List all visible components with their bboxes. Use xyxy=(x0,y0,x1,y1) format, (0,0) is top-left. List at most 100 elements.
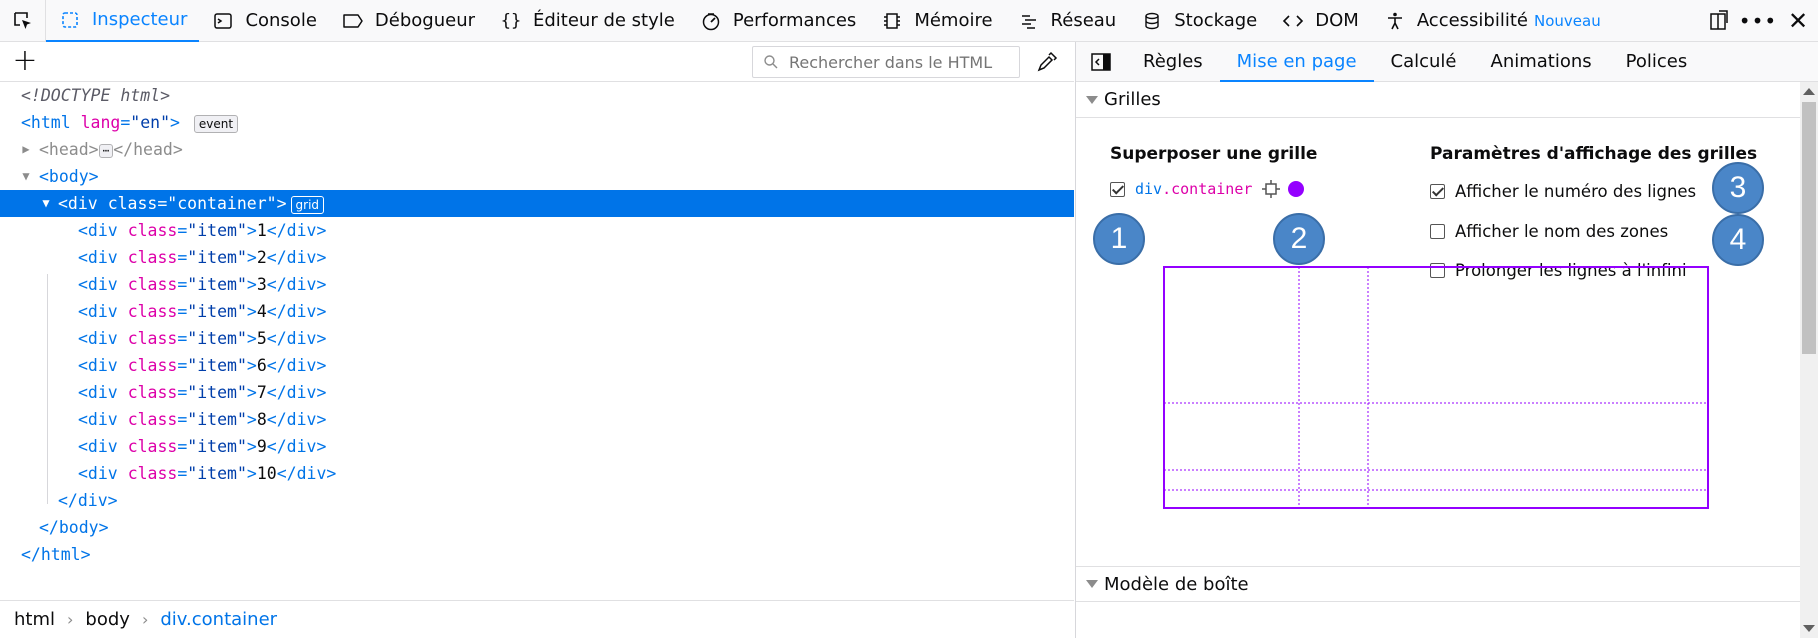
item-text: 4 xyxy=(256,302,267,321)
grid-badge[interactable]: grid xyxy=(290,195,325,214)
tree-node-item[interactable]: <div class="item">9</div> xyxy=(0,433,1074,460)
breadcrumb: html › body › div.container xyxy=(0,600,1074,638)
collapse-twisty-icon[interactable]: ▼ xyxy=(38,190,54,217)
tab-label: Réseau xyxy=(1050,10,1117,31)
element-picker-icon xyxy=(13,11,31,29)
style-editor-icon: {} xyxy=(500,10,522,31)
sidebar-scrollbar[interactable] xyxy=(1800,82,1818,638)
tree-node-item[interactable]: <div class="item">6</div> xyxy=(0,352,1074,379)
tab-computed[interactable]: Calculé xyxy=(1374,42,1474,82)
tree-node-html[interactable]: <html lang="en"> event xyxy=(0,109,1074,136)
attr-value: "item" xyxy=(187,464,247,483)
tree-node-html-close[interactable]: </html> xyxy=(0,541,1074,568)
collapse-twisty-icon[interactable]: ▼ xyxy=(18,163,34,190)
attr-value: "en" xyxy=(130,113,171,132)
tab-fonts[interactable]: Polices xyxy=(1609,42,1705,82)
breadcrumb-body[interactable]: body xyxy=(85,609,130,630)
add-node-button[interactable]: + xyxy=(10,44,40,78)
option-line-numbers[interactable]: Afficher le numéro des lignes xyxy=(1430,182,1696,201)
eyedropper-button[interactable] xyxy=(1032,48,1062,76)
doctype-text: <!DOCTYPE html> xyxy=(21,86,171,105)
tree-node-item[interactable]: <div class="item">4</div> xyxy=(0,298,1074,325)
tab-dom[interactable]: DOM xyxy=(1269,0,1371,42)
tree-node-body[interactable]: ▼ <body> xyxy=(0,163,1074,190)
tab-network[interactable]: Réseau xyxy=(1005,0,1129,42)
tab-accessibility[interactable]: Accessibilité Nouveau xyxy=(1371,0,1613,42)
tree-node-item[interactable]: <div class="item">10</div> xyxy=(0,460,1074,487)
tree-node-div-container[interactable]: ▼ <div class="container"> grid xyxy=(0,190,1074,217)
tab-debugger[interactable]: Débogueur xyxy=(329,0,487,42)
grids-accordion-header[interactable]: Grilles xyxy=(1076,82,1801,118)
scroll-down-icon[interactable] xyxy=(1803,625,1815,632)
display-settings-heading: Paramètres d'affichage des grilles xyxy=(1430,144,1758,164)
attr-value: "item" xyxy=(187,275,247,294)
split-pane-icon xyxy=(1091,52,1111,71)
tree-node-item[interactable]: <div class="item">2</div> xyxy=(0,244,1074,271)
breadcrumb-div-container[interactable]: div.container xyxy=(160,609,277,630)
storage-icon xyxy=(1140,9,1164,33)
memory-icon xyxy=(880,9,904,33)
tree-node-div-close[interactable]: </div> xyxy=(0,487,1074,514)
option-area-names[interactable]: Afficher le nom des zones xyxy=(1430,222,1668,241)
expand-twisty-icon[interactable]: ▶ xyxy=(18,136,34,163)
tree-node-doctype[interactable]: <!DOCTYPE html> xyxy=(0,82,1074,109)
tree-node-item[interactable]: <div class="item">8</div> xyxy=(0,406,1074,433)
grid-color-swatch[interactable] xyxy=(1288,181,1305,197)
tab-memory[interactable]: Mémoire xyxy=(868,0,1004,42)
option-label: Afficher le nom des zones xyxy=(1455,222,1669,241)
tab-label: DOM xyxy=(1315,10,1359,31)
chevron-right-icon: › xyxy=(67,610,74,629)
collapsed-content-badge[interactable]: ⋯ xyxy=(98,143,114,158)
tree-node-item[interactable]: <div class="item">7</div> xyxy=(0,379,1074,406)
tab-layout[interactable]: Mise en page xyxy=(1219,42,1374,82)
tab-label: Inspecteur xyxy=(92,9,188,30)
tree-node-item[interactable]: <div class="item">5</div> xyxy=(0,325,1074,352)
scroll-up-icon[interactable] xyxy=(1803,88,1815,95)
grid-container-label[interactable]: div.container xyxy=(1135,180,1252,198)
inspector-icon xyxy=(58,8,82,32)
markup-search[interactable] xyxy=(752,46,1020,78)
section-title: Modèle de boîte xyxy=(1104,573,1249,595)
box-model-accordion-header[interactable]: Modèle de boîte xyxy=(1076,566,1801,602)
tree-node-item[interactable]: <div class="item">3</div> xyxy=(0,271,1074,298)
dom-icon xyxy=(1281,9,1305,33)
tree-node-item[interactable]: <div class="item">1</div> xyxy=(0,217,1074,244)
overlay-heading: Superposer une grille xyxy=(1110,144,1318,164)
dock-toggle-button[interactable] xyxy=(1698,0,1738,42)
collapse-triangle-icon xyxy=(1086,95,1098,104)
tab-rules[interactable]: Règles xyxy=(1126,42,1220,82)
collapse-triangle-icon xyxy=(1086,580,1098,588)
item-text: 3 xyxy=(256,275,267,294)
toggle-pane-button[interactable] xyxy=(1076,42,1126,82)
tab-label: Accessibilité xyxy=(1416,10,1528,31)
tab-console[interactable]: Console xyxy=(199,0,328,42)
close-button[interactable]: ✕ xyxy=(1778,0,1818,42)
tab-label: Stockage xyxy=(1174,10,1258,31)
event-badge[interactable]: event xyxy=(193,114,239,133)
breadcrumb-html[interactable]: html xyxy=(14,609,55,630)
more-options-button[interactable]: ••• xyxy=(1738,0,1778,42)
overlay-grid-row: div.container xyxy=(1110,180,1305,198)
plus-icon: + xyxy=(12,43,38,78)
close-icon: ✕ xyxy=(1787,7,1809,35)
element-picker-button[interactable] xyxy=(0,0,46,42)
scrollbar-thumb[interactable] xyxy=(1802,102,1816,354)
callout-4: 4 xyxy=(1712,214,1764,266)
item-text: 8 xyxy=(256,410,267,429)
item-text: 5 xyxy=(256,329,267,348)
tab-performance[interactable]: Performances xyxy=(687,0,868,42)
debugger-icon xyxy=(341,9,365,33)
area-names-checkbox[interactable] xyxy=(1430,224,1445,239)
sidebar-tabs: Règles Mise en page Calculé Animations P… xyxy=(1076,42,1818,82)
tab-inspector[interactable]: Inspecteur xyxy=(46,0,200,42)
tab-storage[interactable]: Stockage xyxy=(1128,0,1269,42)
overlay-grid-checkbox[interactable] xyxy=(1110,181,1125,197)
tab-animations[interactable]: Animations xyxy=(1474,42,1609,82)
search-input[interactable] xyxy=(787,51,1019,73)
tree-node-head[interactable]: ▶ <head> ⋯ </head> xyxy=(0,136,1074,163)
tab-style-editor[interactable]: {} Éditeur de style xyxy=(487,0,687,42)
attr-value: "container" xyxy=(167,194,277,213)
line-numbers-checkbox[interactable] xyxy=(1430,184,1445,199)
tree-node-body-close[interactable]: </body> xyxy=(0,514,1074,541)
highlight-node-icon[interactable] xyxy=(1262,180,1281,198)
